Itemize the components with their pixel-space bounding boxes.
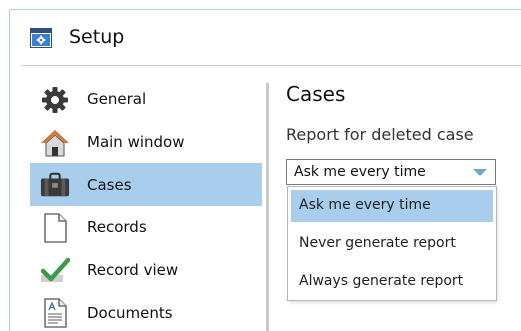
sidebar-item-records[interactable]: Records: [30, 206, 262, 249]
dropdown-option-ask-me-every-time[interactable]: Ask me every time: [291, 190, 493, 222]
house-icon: [40, 128, 70, 158]
sidebar-item-record-view[interactable]: Record view: [30, 249, 262, 292]
report-options-dropdown: Ask me every time Never generate report …: [287, 186, 497, 301]
sidebar-item-label: Record view: [87, 261, 179, 280]
title-divider: [21, 65, 521, 66]
sidebar-item-documents[interactable]: Documents: [30, 291, 262, 331]
sidebar-item-label: General: [87, 90, 147, 109]
setup-window: Setup General Main window Cases Records …: [0, 0, 521, 331]
sidebar-item-label: Records: [87, 218, 147, 237]
select-current-value: Ask me every time: [294, 164, 426, 180]
briefcase-icon: [40, 170, 70, 200]
sidebar-item-cases[interactable]: Cases: [30, 163, 262, 207]
title-bar: Setup: [10, 10, 521, 66]
blank-page-icon: [40, 213, 70, 243]
settings-sidebar: General Main window Cases Records Record…: [30, 78, 262, 331]
sidebar-item-main-window[interactable]: Main window: [30, 121, 262, 164]
dropdown-option-always-generate-report[interactable]: Always generate report: [291, 266, 493, 298]
chevron-down-icon[interactable]: [473, 169, 487, 176]
gear-icon: [40, 85, 70, 115]
section-title: Cases: [286, 82, 346, 106]
option-label: Never generate report: [299, 235, 456, 251]
sidebar-item-label: Main window: [87, 133, 185, 152]
report-field-label: Report for deleted case: [286, 125, 474, 144]
option-label: Ask me every time: [299, 197, 431, 213]
settings-window-icon: [30, 28, 52, 48]
sidebar-item-label: Documents: [87, 303, 173, 322]
dropdown-option-never-generate-report[interactable]: Never generate report: [291, 228, 493, 260]
text-document-icon: [40, 298, 70, 329]
sidebar-item-general[interactable]: General: [30, 78, 262, 121]
report-for-deleted-case-select[interactable]: Ask me every time: [286, 159, 496, 185]
option-label: Always generate report: [299, 273, 464, 289]
panel-divider: [266, 83, 269, 331]
window-title: Setup: [69, 26, 125, 48]
sidebar-item-label: Cases: [87, 175, 132, 194]
checkmark-icon: [40, 256, 70, 286]
